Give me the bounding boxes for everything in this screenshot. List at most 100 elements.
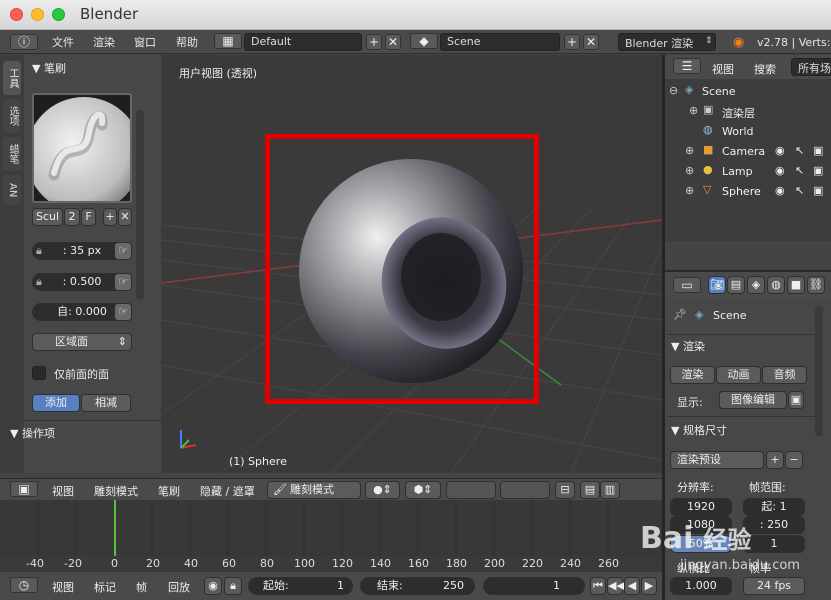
remove-brush-icon[interactable]: ✕	[118, 208, 132, 226]
eye-icon[interactable]: ◉	[775, 184, 785, 197]
timeline-menu-marker[interactable]: 标记	[94, 579, 116, 595]
outliner-row-world[interactable]: ◍ World	[665, 122, 831, 142]
fps-select[interactable]: 24 fps	[743, 577, 805, 595]
front-faces-checkbox[interactable]	[32, 366, 46, 380]
collapse-icon[interactable]: ⊖	[669, 84, 678, 97]
area-select[interactable]: 区域面 ⇕	[32, 333, 132, 351]
resolution-x-field[interactable]: 1920	[670, 498, 732, 516]
outliner-row-sphere[interactable]: ⊕ ▽ Sphere ◉ ↖ ▣	[665, 182, 831, 202]
add-brush-button[interactable]: +	[103, 208, 117, 226]
render-icon[interactable]: ▣	[813, 144, 823, 157]
eye-icon[interactable]: ◉	[775, 144, 785, 157]
world-tab-icon[interactable]: ◍	[767, 276, 785, 294]
timeline-area[interactable]: -40 -20 0 20 40 60 80 100 120 140 160 18…	[0, 500, 663, 572]
pivot-select[interactable]: ⬢⇕	[405, 481, 441, 499]
lock-camera-icon[interactable]: ⊟	[555, 481, 575, 499]
shading-select[interactable]: ●⇕	[365, 481, 400, 499]
info-editor-type-button[interactable]: ⓘ	[10, 34, 38, 50]
delete-scene-button[interactable]: ✕	[583, 34, 599, 50]
aspect-x-field[interactable]: 1.000	[670, 577, 732, 595]
tab-tools[interactable]: 工具	[3, 61, 21, 95]
render-preview-icon[interactable]: ▤	[580, 481, 600, 499]
strength-pressure-icon[interactable]: ☞	[114, 273, 132, 291]
current-frame-field[interactable]: 1	[483, 577, 585, 595]
viewport-editor-type-icon[interactable]: ▣	[10, 481, 38, 497]
timeline-menu-view[interactable]: 视图	[52, 579, 74, 595]
layer-grid-1[interactable]	[446, 481, 496, 499]
brush-panel-header[interactable]: ▼ 笔刷	[32, 60, 66, 76]
render-engine-select[interactable]: Blender 渲染	[618, 33, 716, 51]
brush-fake-user-button[interactable]: F	[81, 208, 96, 226]
timeline-editor-icon[interactable]: ◷	[10, 577, 38, 593]
animation-button[interactable]: 动画	[716, 366, 761, 384]
delete-screen-button[interactable]: ✕	[385, 34, 401, 50]
opengl-render-icon[interactable]: ▥	[600, 481, 620, 499]
remove-preset-button[interactable]: −	[785, 451, 803, 469]
render-preset-select[interactable]: 渲染预设	[670, 451, 764, 469]
scene-tab-icon[interactable]: ◈	[747, 276, 765, 294]
outliner-menu-search[interactable]: 搜索	[754, 61, 776, 77]
frame-ruler[interactable]: -40 -20 0 20 40 60 80 100 120 140 160 18…	[0, 556, 663, 572]
dimensions-section-header[interactable]: ▼ 规格尺寸	[671, 422, 727, 438]
add-scene-button[interactable]: +	[564, 34, 580, 50]
layers-tab-icon[interactable]: ▤	[727, 276, 745, 294]
play-icon[interactable]: ▶	[641, 577, 657, 595]
constraint-tab-icon[interactable]: ⛓︎	[807, 276, 825, 294]
render-icon[interactable]: ▣	[813, 184, 823, 197]
minimize-window-button[interactable]	[31, 8, 44, 21]
pin-icon[interactable]: 📌︎	[673, 308, 687, 321]
mode-select[interactable]: 🖌︎ 雕刻模式	[267, 481, 361, 499]
outliner-row-renderlayer[interactable]: ⊕ ▣ 渲染层	[665, 102, 831, 122]
menu-sculpt[interactable]: 雕刻模式	[94, 483, 138, 499]
expand-icon[interactable]: ⊕	[685, 144, 694, 157]
object-tab-icon[interactable]: ■	[787, 276, 805, 294]
expand-icon[interactable]: ⊕	[685, 164, 694, 177]
menu-view[interactable]: 视图	[52, 483, 74, 499]
operator-panel-header[interactable]: ▼ 操作项	[10, 425, 55, 441]
frame-start-field[interactable]: 起: 1	[743, 498, 805, 516]
outliner-menu-view[interactable]: 视图	[712, 61, 734, 77]
scene-field[interactable]: Scene	[440, 33, 560, 51]
outliner-row-lamp[interactable]: ⊕ ● Lamp ◉ ↖ ▣	[665, 162, 831, 182]
menu-brush[interactable]: 笔刷	[158, 483, 180, 499]
brush-users-count[interactable]: 2	[64, 208, 80, 226]
autosmooth-pressure-icon[interactable]: ☞	[114, 303, 132, 321]
menu-help[interactable]: 帮助	[176, 34, 198, 50]
menu-window[interactable]: 窗口	[134, 34, 156, 50]
properties-editor-icon[interactable]: ▭	[673, 277, 701, 293]
tool-shelf-scrollbar[interactable]	[136, 110, 144, 300]
render-button[interactable]: 渲染	[670, 366, 715, 384]
cursor-icon[interactable]: ↖	[795, 184, 804, 197]
timeline-menu-frame[interactable]: 帧	[136, 579, 147, 595]
add-preset-button[interactable]: +	[766, 451, 784, 469]
close-window-button[interactable]	[10, 8, 23, 21]
expand-icon[interactable]: ⊕	[685, 184, 694, 197]
menu-hide-mask[interactable]: 隐藏 / 遮罩	[200, 483, 255, 499]
display-toggle-icon[interactable]: ▣	[788, 391, 804, 409]
render-icon[interactable]: ▣	[813, 164, 823, 177]
outliner-row-camera[interactable]: ⊕ ■ Camera ◉ ↖ ▣	[665, 142, 831, 162]
radius-pressure-icon[interactable]: ☞	[114, 242, 132, 260]
eye-icon[interactable]: ◉	[775, 164, 785, 177]
brush-name-field[interactable]: Scul	[32, 208, 63, 226]
properties-scrollbar[interactable]	[815, 306, 823, 436]
render-section-header[interactable]: ▼ 渲染	[671, 338, 705, 354]
timeline-menu-playback[interactable]: 回放	[168, 579, 190, 595]
display-select[interactable]: 图像编辑	[719, 391, 787, 409]
3d-viewport[interactable]: 用户视图 (透视) (1) Sphere	[161, 55, 662, 473]
prev-key-icon[interactable]: ◀◀	[607, 577, 625, 595]
maximize-window-button[interactable]	[52, 8, 65, 21]
tab-an[interactable]: AN	[3, 175, 21, 205]
cursor-icon[interactable]: ↖	[795, 164, 804, 177]
record-icon[interactable]: ◉	[204, 577, 222, 595]
layer-grid-2[interactable]	[500, 481, 550, 499]
tab-grease-pencil[interactable]: 蜡笔	[3, 137, 21, 171]
expand-icon[interactable]: ⊕	[689, 104, 698, 117]
lock-range-icon[interactable]: 🔒︎	[224, 577, 242, 595]
render-tab-icon[interactable]: 📷︎	[708, 276, 726, 294]
outliner-editor-icon[interactable]: ☰	[673, 58, 701, 74]
outliner-row-scene[interactable]: ⊖ ◈ Scene	[665, 82, 831, 102]
jump-start-icon[interactable]: ⏮	[590, 577, 606, 595]
subtract-mode-button[interactable]: 相减	[81, 394, 131, 412]
add-screen-button[interactable]: +	[366, 34, 382, 50]
